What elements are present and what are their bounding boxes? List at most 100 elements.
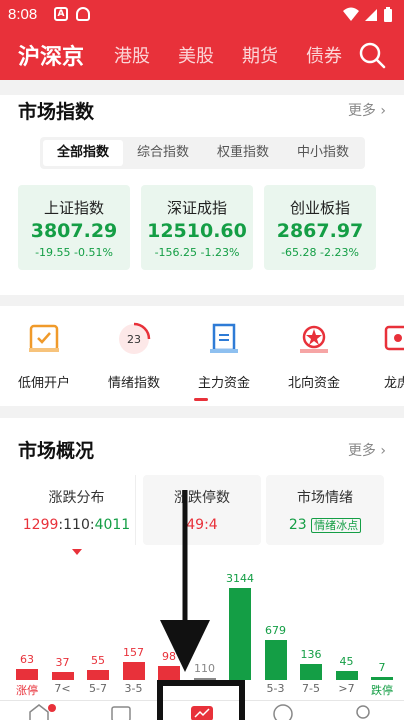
chart-category-label: 5-3 — [266, 682, 285, 695]
chart-value-label: 110 — [194, 662, 215, 675]
northbound-icon — [300, 325, 328, 353]
chart-bar — [51, 672, 74, 680]
chart-value-label: 55 — [91, 654, 105, 667]
quick-label: 龙虎 — [384, 376, 404, 391]
chart-value-label: 3144 — [226, 572, 254, 585]
market-overview-title: 市场概况 — [18, 440, 95, 462]
signal-icon — [365, 9, 377, 21]
tab-hushenjing[interactable]: 沪深京 — [18, 39, 84, 71]
top-nav: 沪深京 港股 美股 期货 债券 — [0, 30, 404, 80]
index-card-shenzhen[interactable]: 深证成指 12510.60 -156.25 -1.23% — [141, 185, 253, 270]
chart-bar — [158, 666, 180, 680]
chart-category-label: 5-7 — [89, 682, 107, 695]
market-index-title: 市场指数 — [18, 101, 95, 123]
index-value: 2867.97 — [276, 220, 364, 242]
rise-fall-value: 1299:110:4011 — [22, 517, 131, 533]
chart-value-label: 7 — [378, 661, 386, 674]
sentiment-badge: 23 — [127, 333, 141, 346]
chart-bar — [264, 640, 287, 680]
seg-small-mid-index[interactable]: 中小指数 — [283, 140, 363, 166]
sentiment-value: 23 情绪冰点 — [266, 517, 384, 533]
subtab-title: 市场情绪 — [297, 490, 353, 506]
chart-value-label: 679 — [265, 624, 286, 637]
chart-value-label: 45 — [339, 655, 354, 668]
chart-bar — [122, 662, 145, 680]
tab-bonds[interactable]: 债券 — [306, 42, 342, 68]
index-card-chinext[interactable]: 创业板指 2867.97 -65.28 -2.23% — [264, 185, 376, 270]
notification-a-icon: A — [54, 7, 68, 21]
index-segmented-control: 全部指数 综合指数 权重指数 中小指数 — [40, 137, 365, 169]
chart-value-label: 136 — [300, 648, 322, 661]
seg-all-index[interactable]: 全部指数 — [43, 140, 123, 166]
battery-icon — [384, 7, 392, 22]
chart-category-label: 7< — [54, 682, 71, 695]
chart-bar — [87, 670, 109, 680]
index-name: 上证指数 — [43, 199, 104, 217]
tab-us-stocks[interactable]: 美股 — [178, 42, 214, 68]
chart-category-label: 7-5 — [302, 682, 320, 695]
sentiment-icon: 23 — [119, 322, 151, 354]
account-open-icon — [29, 324, 59, 352]
chart-bar — [16, 669, 38, 680]
quick-capital-flow[interactable]: 主力资金 — [184, 322, 264, 391]
index-value: 12510.60 — [147, 220, 247, 242]
quick-label: 北向资金 — [287, 376, 340, 391]
chart-category-label: 涨停 — [16, 684, 38, 697]
dragon-tiger-icon — [384, 325, 404, 351]
chart-value-label: 98 — [162, 650, 176, 663]
index-change: -19.55 -0.51% — [35, 246, 113, 259]
shield-icon — [76, 7, 90, 21]
quick-label: 主力资金 — [197, 376, 250, 391]
index-name: 创业板指 — [289, 199, 350, 217]
tab-futures[interactable]: 期货 — [242, 42, 278, 68]
capital-flow-icon — [210, 323, 238, 353]
index-change: -156.25 -1.23% — [154, 246, 240, 259]
quick-account-open[interactable]: 低佣开户 — [4, 322, 84, 391]
chart-value-label: 37 — [55, 656, 70, 669]
quick-label: 低佣开户 — [17, 376, 70, 391]
quick-dragon-tiger[interactable]: 龙虎 — [354, 322, 404, 391]
tab-rise-fall-distribution[interactable]: 涨跌分布 1299:110:4011 — [18, 475, 136, 555]
seg-composite-index[interactable]: 综合指数 — [123, 140, 203, 166]
profile-icon[interactable] — [352, 703, 374, 720]
home-icon[interactable] — [28, 703, 50, 720]
bottom-nav — [0, 700, 404, 720]
index-value: 3807.29 — [30, 220, 118, 242]
tab-market-sentiment[interactable]: 市场情绪 23 情绪冰点 — [266, 475, 384, 545]
wifi-icon — [343, 7, 359, 21]
subtab-title: 涨跌停数 — [174, 490, 230, 506]
chart-bar — [229, 588, 251, 680]
status-bar: 8:08 A — [0, 0, 404, 30]
tab-hk-stocks[interactable]: 港股 — [114, 42, 150, 68]
chart-bar — [193, 678, 216, 680]
tab-limit-counts[interactable]: 涨跌停数 49:4 — [143, 475, 261, 545]
seg-weighted-index[interactable]: 权重指数 — [203, 140, 283, 166]
market-overview-more-link[interactable]: 更多 › — [348, 440, 386, 460]
index-change: -65.28 -2.23% — [281, 246, 359, 259]
page-indicator — [194, 398, 208, 401]
market-index-more-link[interactable]: 更多 › — [348, 100, 386, 120]
chart-bar — [371, 677, 393, 680]
trade-icon[interactable] — [272, 703, 294, 720]
chart-value-label: 63 — [20, 653, 34, 666]
chart-category-label: 跌停 — [371, 684, 393, 697]
chart-value-label: 157 — [123, 646, 144, 659]
chart-bar — [300, 664, 322, 680]
chart-category-label: 3-5 — [124, 682, 143, 695]
watchlist-icon[interactable] — [110, 703, 132, 720]
market-icon[interactable] — [190, 703, 214, 720]
sentiment-tag: 情绪冰点 — [311, 518, 362, 533]
chart-category-label: >7 — [338, 682, 355, 695]
quick-northbound[interactable]: 北向资金 — [274, 322, 354, 391]
quick-label: 情绪指数 — [107, 376, 160, 391]
chart-bar — [335, 671, 358, 680]
search-icon[interactable] — [358, 41, 386, 69]
limit-count-value: 49:4 — [186, 517, 218, 533]
quick-sentiment[interactable]: 23 情绪指数 — [94, 322, 174, 391]
active-tab-caret-icon — [72, 549, 82, 555]
index-card-shanghai[interactable]: 上证指数 3807.29 -19.55 -0.51% — [18, 185, 130, 270]
home-badge — [48, 704, 56, 712]
subtab-title: 涨跌分布 — [48, 490, 105, 506]
index-name: 深证成指 — [166, 199, 227, 217]
status-time: 8:08 — [8, 6, 38, 23]
